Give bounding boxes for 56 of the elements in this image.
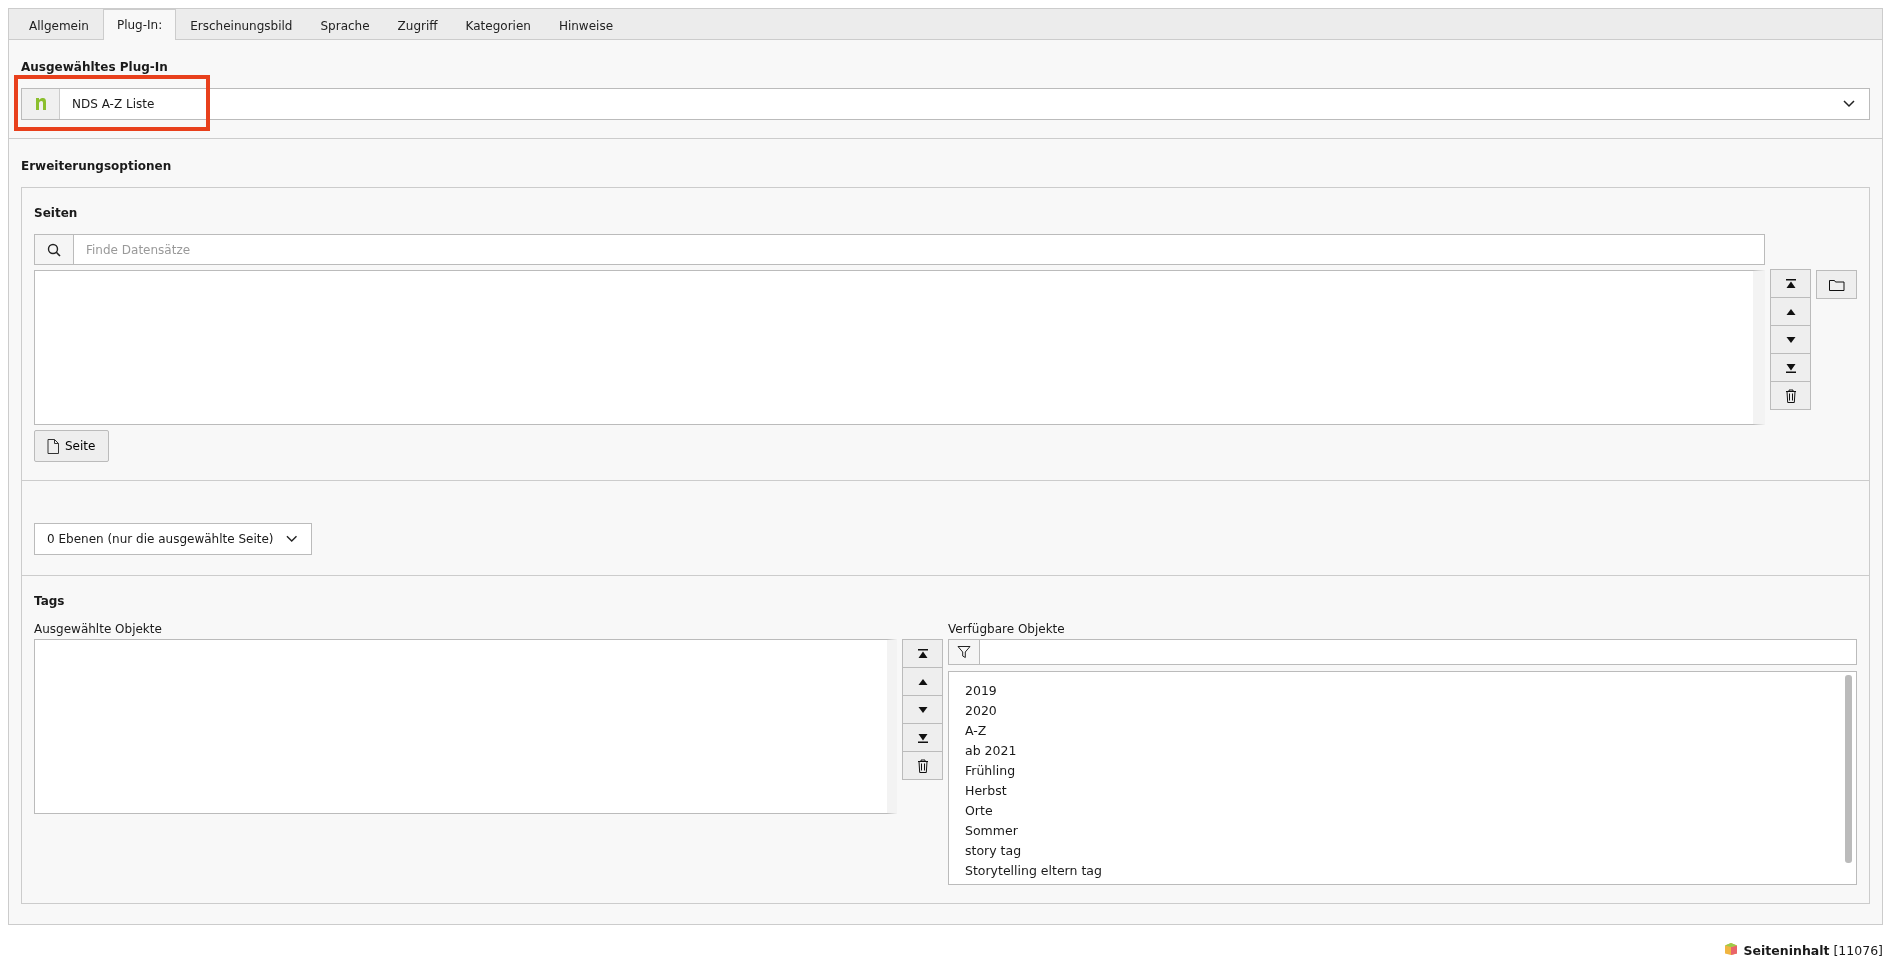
delete-button[interactable] [902,751,943,780]
chevron-down-icon [1843,100,1855,108]
list-item[interactable]: Orte [965,801,1829,821]
move-up-button[interactable] [1770,297,1811,326]
scrollbar[interactable] [1845,675,1852,863]
move-bottom-button[interactable] [1770,353,1811,382]
tab[interactable]: Hinweise [544,10,628,40]
list-item[interactable]: 2020 [965,701,1829,721]
move-top-icon [916,647,929,660]
folder-icon [1828,278,1845,291]
filter-button[interactable] [948,639,980,665]
move-bottom-button[interactable] [902,723,943,752]
list-item[interactable]: A-Z [965,721,1829,741]
move-top-button[interactable] [902,639,943,668]
list-item[interactable]: Sommer [965,821,1829,841]
list-item[interactable]: 2019 [965,681,1829,701]
field-label: Tags [34,594,66,608]
list-item[interactable]: Frühling [965,761,1829,781]
field-label: Verfügbare Objekte [948,622,1066,636]
search-button[interactable] [34,234,74,265]
section-label: Erweiterungsoptionen [21,159,173,173]
tab[interactable]: Zugriff [383,10,452,40]
search-icon [47,242,61,257]
move-up-button[interactable] [902,667,943,696]
list-item[interactable]: Storytelling eltern tag [965,861,1829,881]
move-top-icon [1784,277,1797,290]
field-label: Ausgewählte Objekte [34,622,163,636]
tab[interactable]: Sprache [306,10,384,40]
move-down-button[interactable] [902,695,943,724]
move-top-button[interactable] [1770,269,1811,298]
browse-button[interactable] [1816,270,1857,299]
trash-icon [1784,388,1797,403]
page-icon [47,438,59,454]
record-label: Seiteninhalt [11076] [1743,943,1883,958]
search-field[interactable]: Finde Datensätze [74,234,1765,265]
filter-field[interactable] [980,639,1857,665]
tab[interactable]: Allgemein [15,10,103,40]
filter-icon [957,645,971,659]
delete-button[interactable] [1770,381,1811,410]
move-bottom-icon [916,731,929,744]
section-label: Ausgewähltes Plug-In [21,60,169,74]
plugin-select[interactable]: NDS A-Z Liste [21,88,1870,120]
tab[interactable]: Erscheinungsbild [176,10,307,40]
chevron-down-icon [285,535,297,543]
tab[interactable]: Plug-In: [102,9,177,40]
list-item[interactable]: Herbst [965,781,1829,801]
field-label: Seiten [34,206,79,220]
tab[interactable]: Kategorien [451,10,545,40]
list-item[interactable]: ab 2021 [965,741,1829,761]
add-page-button[interactable]: Seite [34,430,110,462]
move-down-button[interactable] [1770,325,1811,354]
trash-icon [916,758,929,773]
move-bottom-icon [1784,361,1797,374]
list-item[interactable]: story tag [965,841,1829,861]
plugin-icon [22,89,60,119]
depth-select[interactable]: 0 Ebenen (nur die ausgewählte Seite) [34,523,312,555]
